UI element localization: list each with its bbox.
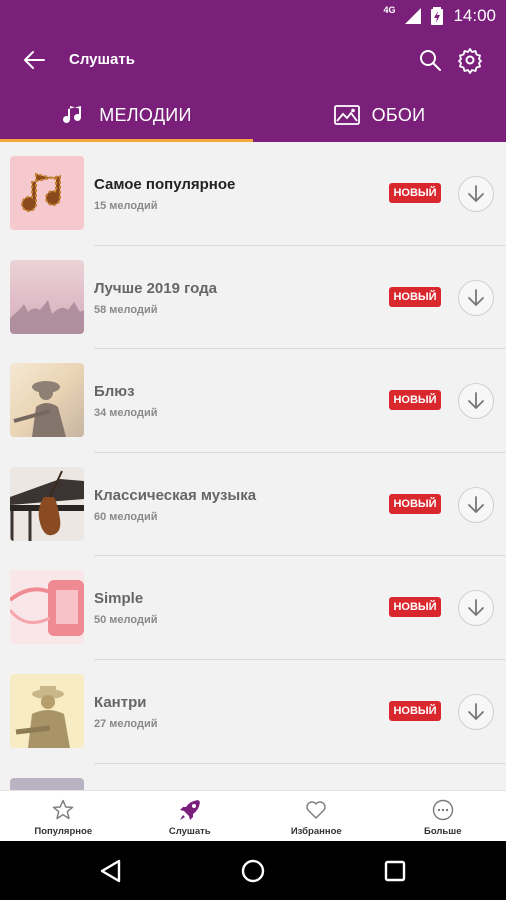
list-item[interactable]: Самое популярное 15 мелодий НОВЫЙ xyxy=(0,142,506,246)
status-bar: 4G 14:00 xyxy=(0,0,506,32)
download-icon xyxy=(468,703,484,720)
rocket-icon xyxy=(179,800,200,820)
new-badge: НОВЫЙ xyxy=(389,597,441,618)
tab-label: МЕЛОДИИ xyxy=(99,104,192,125)
category-name: Лучше 2019 года xyxy=(94,279,218,297)
clock: 14:00 xyxy=(453,6,496,25)
download-button[interactable] xyxy=(458,486,494,523)
category-thumbnail xyxy=(10,570,84,645)
bottom-navigation: Популярное Слушать Избранное Больше xyxy=(0,790,506,841)
app-bar: Слушать xyxy=(0,32,506,88)
home-circle-icon[interactable] xyxy=(239,857,267,885)
signal-icon xyxy=(405,8,422,24)
gear-icon[interactable] xyxy=(456,46,484,74)
list-item[interactable]: Классическая музыка 60 мелодий НОВЫЙ xyxy=(0,453,506,557)
list-item[interactable]: Блюз 34 мелодий НОВЫЙ xyxy=(0,349,506,453)
nav-label: Слушать xyxy=(168,826,211,837)
category-thumbnail xyxy=(10,466,84,541)
category-name: Кантри xyxy=(94,693,147,711)
tab-label: ОБОИ xyxy=(371,104,426,125)
category-thumbnail xyxy=(10,363,84,438)
category-name: Классическая музыка xyxy=(94,486,257,504)
music-note-icon xyxy=(63,106,82,123)
category-thumbnail xyxy=(10,156,84,230)
tab-wallpapers[interactable]: ОБОИ xyxy=(253,88,506,142)
nav-popular[interactable]: Популярное xyxy=(0,791,127,841)
new-badge: НОВЫЙ xyxy=(389,390,441,411)
tab-bar: МЕЛОДИИ ОБОИ xyxy=(0,88,506,142)
category-thumbnail xyxy=(10,673,84,748)
nav-label: Популярное xyxy=(34,826,93,837)
download-button[interactable] xyxy=(458,279,494,316)
network-type: 4G xyxy=(383,5,396,15)
arrow-left-icon[interactable] xyxy=(20,46,48,74)
download-icon xyxy=(468,599,484,617)
category-count: 27 мелодий xyxy=(94,717,158,730)
recents-square-icon[interactable] xyxy=(381,857,409,885)
new-badge: НОВЫЙ xyxy=(389,493,441,514)
star-icon xyxy=(53,799,74,820)
list-item[interactable]: Лучше 2019 года 58 мелодий НОВЫЙ xyxy=(0,246,506,350)
nav-label: Больше xyxy=(424,826,462,837)
download-button[interactable] xyxy=(458,693,494,730)
list-item[interactable]: Simple 50 мелодий НОВЫЙ xyxy=(0,556,506,660)
heart-icon xyxy=(306,801,326,819)
battery-charging-icon xyxy=(431,7,444,25)
search-icon[interactable] xyxy=(416,46,444,74)
category-count: 34 мелодий xyxy=(94,407,158,420)
category-thumbnail xyxy=(10,259,84,334)
download-icon xyxy=(468,392,484,410)
new-badge: НОВЫЙ xyxy=(389,700,441,721)
tab-melodies[interactable]: МЕЛОДИИ xyxy=(0,88,253,142)
download-icon xyxy=(468,185,484,202)
system-navigation-bar xyxy=(0,841,506,900)
category-list: Самое популярное 15 мелодий НОВЫЙ Лучше … xyxy=(0,142,506,790)
category-thumbnail xyxy=(10,777,84,790)
category-count: 58 мелодий xyxy=(94,303,158,316)
nav-label: Избранное xyxy=(290,826,342,837)
category-name: Simple xyxy=(94,590,144,608)
download-icon xyxy=(468,495,484,513)
category-name: Блюз xyxy=(94,383,135,401)
list-item[interactable] xyxy=(0,764,506,790)
download-button[interactable] xyxy=(458,590,494,627)
download-button[interactable] xyxy=(458,383,494,420)
new-badge: НОВЫЙ xyxy=(389,286,441,307)
nav-listen[interactable]: Слушать xyxy=(127,791,254,841)
image-icon xyxy=(333,105,360,125)
page-title: Слушать xyxy=(69,51,135,68)
download-icon xyxy=(468,288,484,306)
list-item[interactable]: Кантри 27 мелодий НОВЫЙ xyxy=(0,660,506,764)
category-count: 50 мелодий xyxy=(94,614,158,627)
nav-favorites[interactable]: Избранное xyxy=(253,791,380,841)
back-triangle-icon[interactable] xyxy=(97,857,125,885)
more-icon xyxy=(432,799,453,821)
new-badge: НОВЫЙ xyxy=(389,183,441,203)
nav-more[interactable]: Больше xyxy=(380,791,506,841)
category-count: 60 мелодий xyxy=(94,510,158,523)
category-name: Самое популярное xyxy=(94,176,236,193)
category-count: 15 мелодий xyxy=(94,200,158,212)
download-button[interactable] xyxy=(458,176,494,212)
